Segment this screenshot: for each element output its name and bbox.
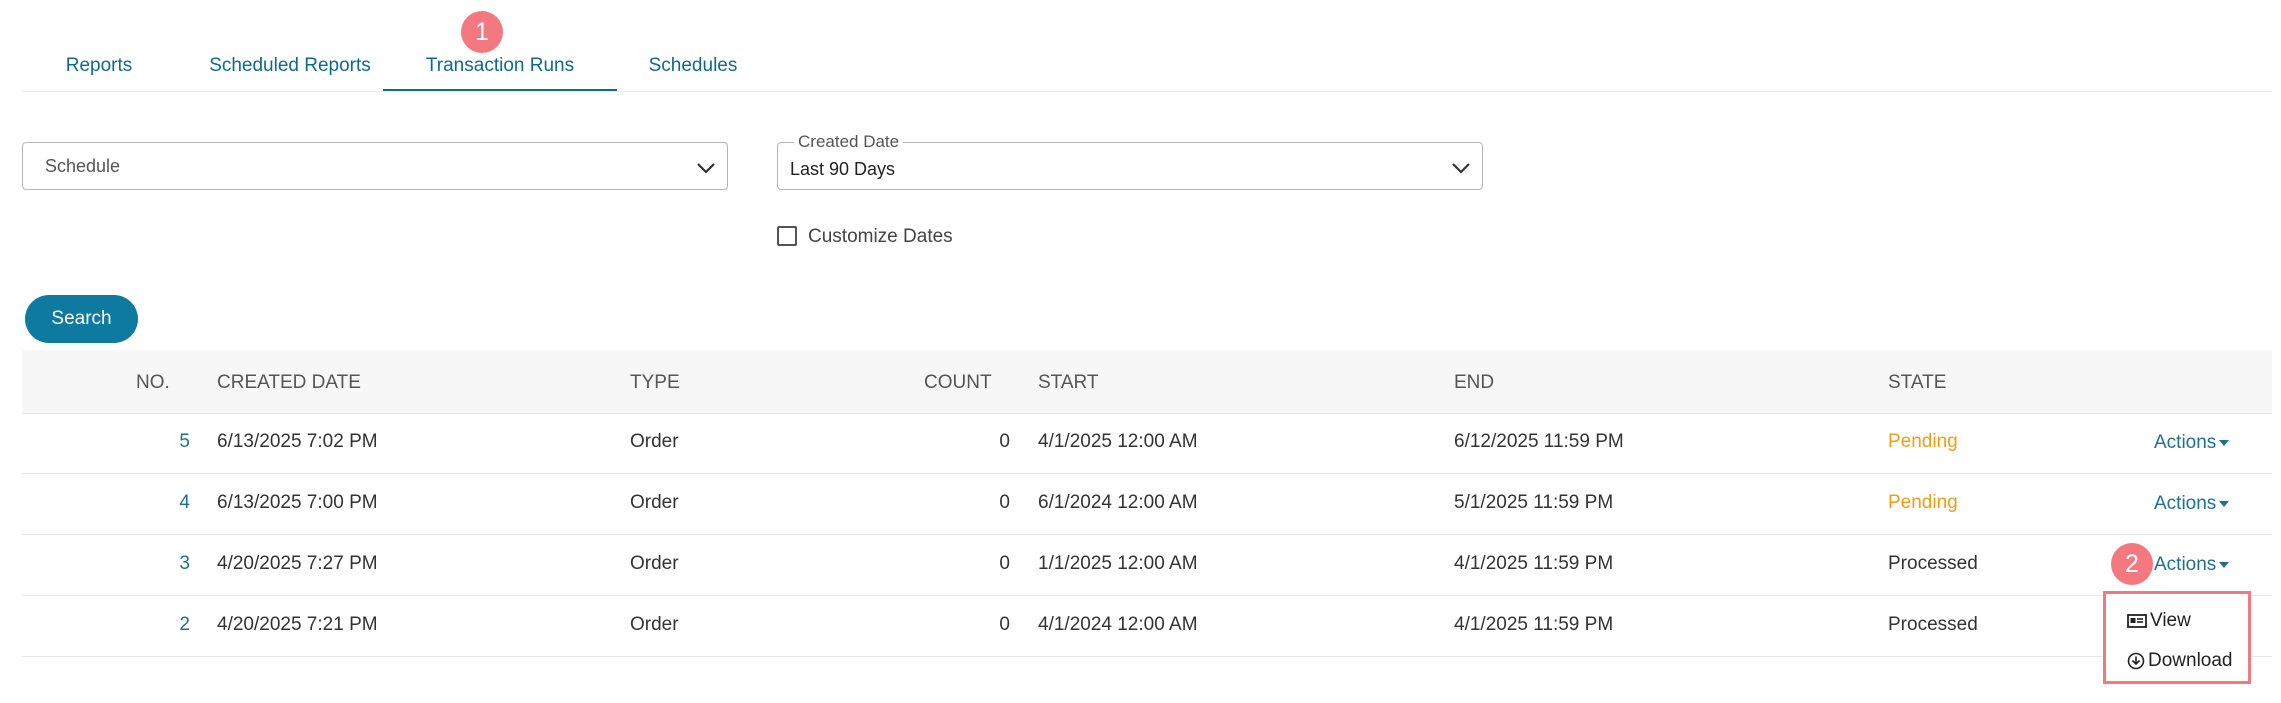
row-number-link[interactable]: 5 [150,431,190,453]
header-no: NO. [136,372,170,393]
customize-dates-checkbox[interactable] [777,226,797,246]
actions-label: Actions [2154,493,2217,514]
start-cell: 4/1/2025 12:00 AM [1038,431,1198,452]
menu-item-download-label: Download [2148,650,2233,671]
count-cell: 0 [999,431,1010,452]
download-circle-icon [2127,652,2145,670]
row-number-link[interactable]: 2 [150,614,190,636]
header-created-date: CREATED DATE [217,372,361,393]
caret-down-icon [2219,439,2230,446]
tab-transaction-runs[interactable]: Transaction Runs [383,53,617,91]
header-end: END [1454,372,1495,393]
table-row: 3 4/20/2025 7:27 PM Order 0 1/1/2025 12:… [22,535,2272,596]
menu-item-download[interactable]: Download [2127,648,2233,674]
table-header: NO. CREATED DATE TYPE COUNT START END ST… [22,350,2272,414]
header-state: STATE [1888,372,1947,393]
menu-item-view-label: View [2150,610,2191,631]
actions-dropdown[interactable]: Actions [2154,432,2230,454]
state-cell: Pending [1888,492,1958,513]
end-cell: 6/12/2025 11:59 PM [1454,431,1624,452]
customize-dates-label: Customize Dates [808,226,953,247]
created-date-cell: 6/13/2025 7:00 PM [217,492,378,513]
start-cell: 6/1/2024 12:00 AM [1038,492,1198,513]
end-cell: 5/1/2025 11:59 PM [1454,492,1614,513]
start-cell: 4/1/2024 12:00 AM [1038,614,1198,635]
created-date-cell: 4/20/2025 7:27 PM [217,553,378,574]
tab-scheduled-reports[interactable]: Scheduled Reports [185,53,395,91]
state-cell: Processed [1888,553,1978,574]
caret-down-icon [2219,500,2230,507]
end-cell: 4/1/2025 11:59 PM [1454,553,1614,574]
created-date-legend: Created Date [794,132,904,152]
annotation-badge-1: 1 [461,11,503,53]
tab-schedules[interactable]: Schedules [622,53,764,91]
schedule-placeholder: Schedule [45,156,121,176]
row-number-link[interactable]: 4 [150,492,190,514]
chevron-down-icon [697,163,715,174]
count-cell: 0 [999,614,1010,635]
created-date-cell: 6/13/2025 7:02 PM [217,431,378,452]
view-card-icon [2127,614,2147,628]
type-cell: Order [630,492,679,513]
end-cell: 4/1/2025 11:59 PM [1454,614,1614,635]
caret-down-icon [2219,561,2230,568]
created-date-value: Last 90 Days [790,159,896,179]
actions-label: Actions [2154,432,2217,453]
actions-menu: View Download [2103,591,2251,684]
row-number-link[interactable]: 3 [150,553,190,575]
type-cell: Order [630,431,679,452]
header-type: TYPE [630,372,680,393]
actions-dropdown[interactable]: Actions [2154,554,2230,576]
search-button[interactable]: Search [25,295,138,343]
count-cell: 0 [999,553,1010,574]
table-row: 2 4/20/2025 7:21 PM Order 0 4/1/2024 12:… [22,596,2272,657]
type-cell: Order [630,614,679,635]
menu-item-view[interactable]: View [2127,608,2191,634]
header-count: COUNT [924,372,992,393]
tab-bar: Reports Scheduled Reports Transaction Ru… [22,44,2272,92]
created-date-cell: 4/20/2025 7:21 PM [217,614,378,635]
annotation-badge-2: 2 [2111,543,2153,585]
table-row: 5 6/13/2025 7:02 PM Order 0 4/1/2025 12:… [22,413,2272,474]
state-cell: Pending [1888,431,1958,452]
chevron-down-icon [1452,163,1470,174]
created-date-select[interactable]: Created Date Last 90 Days [777,132,1483,190]
schedule-select[interactable]: Schedule [22,142,728,190]
count-cell: 0 [999,492,1010,513]
tab-reports[interactable]: Reports [54,53,144,91]
type-cell: Order [630,553,679,574]
actions-dropdown[interactable]: Actions [2154,493,2230,515]
actions-label: Actions [2154,554,2217,575]
header-start: START [1038,372,1099,393]
state-cell: Processed [1888,614,1978,635]
start-cell: 1/1/2025 12:00 AM [1038,553,1198,574]
table-row: 4 6/13/2025 7:00 PM Order 0 6/1/2024 12:… [22,474,2272,535]
